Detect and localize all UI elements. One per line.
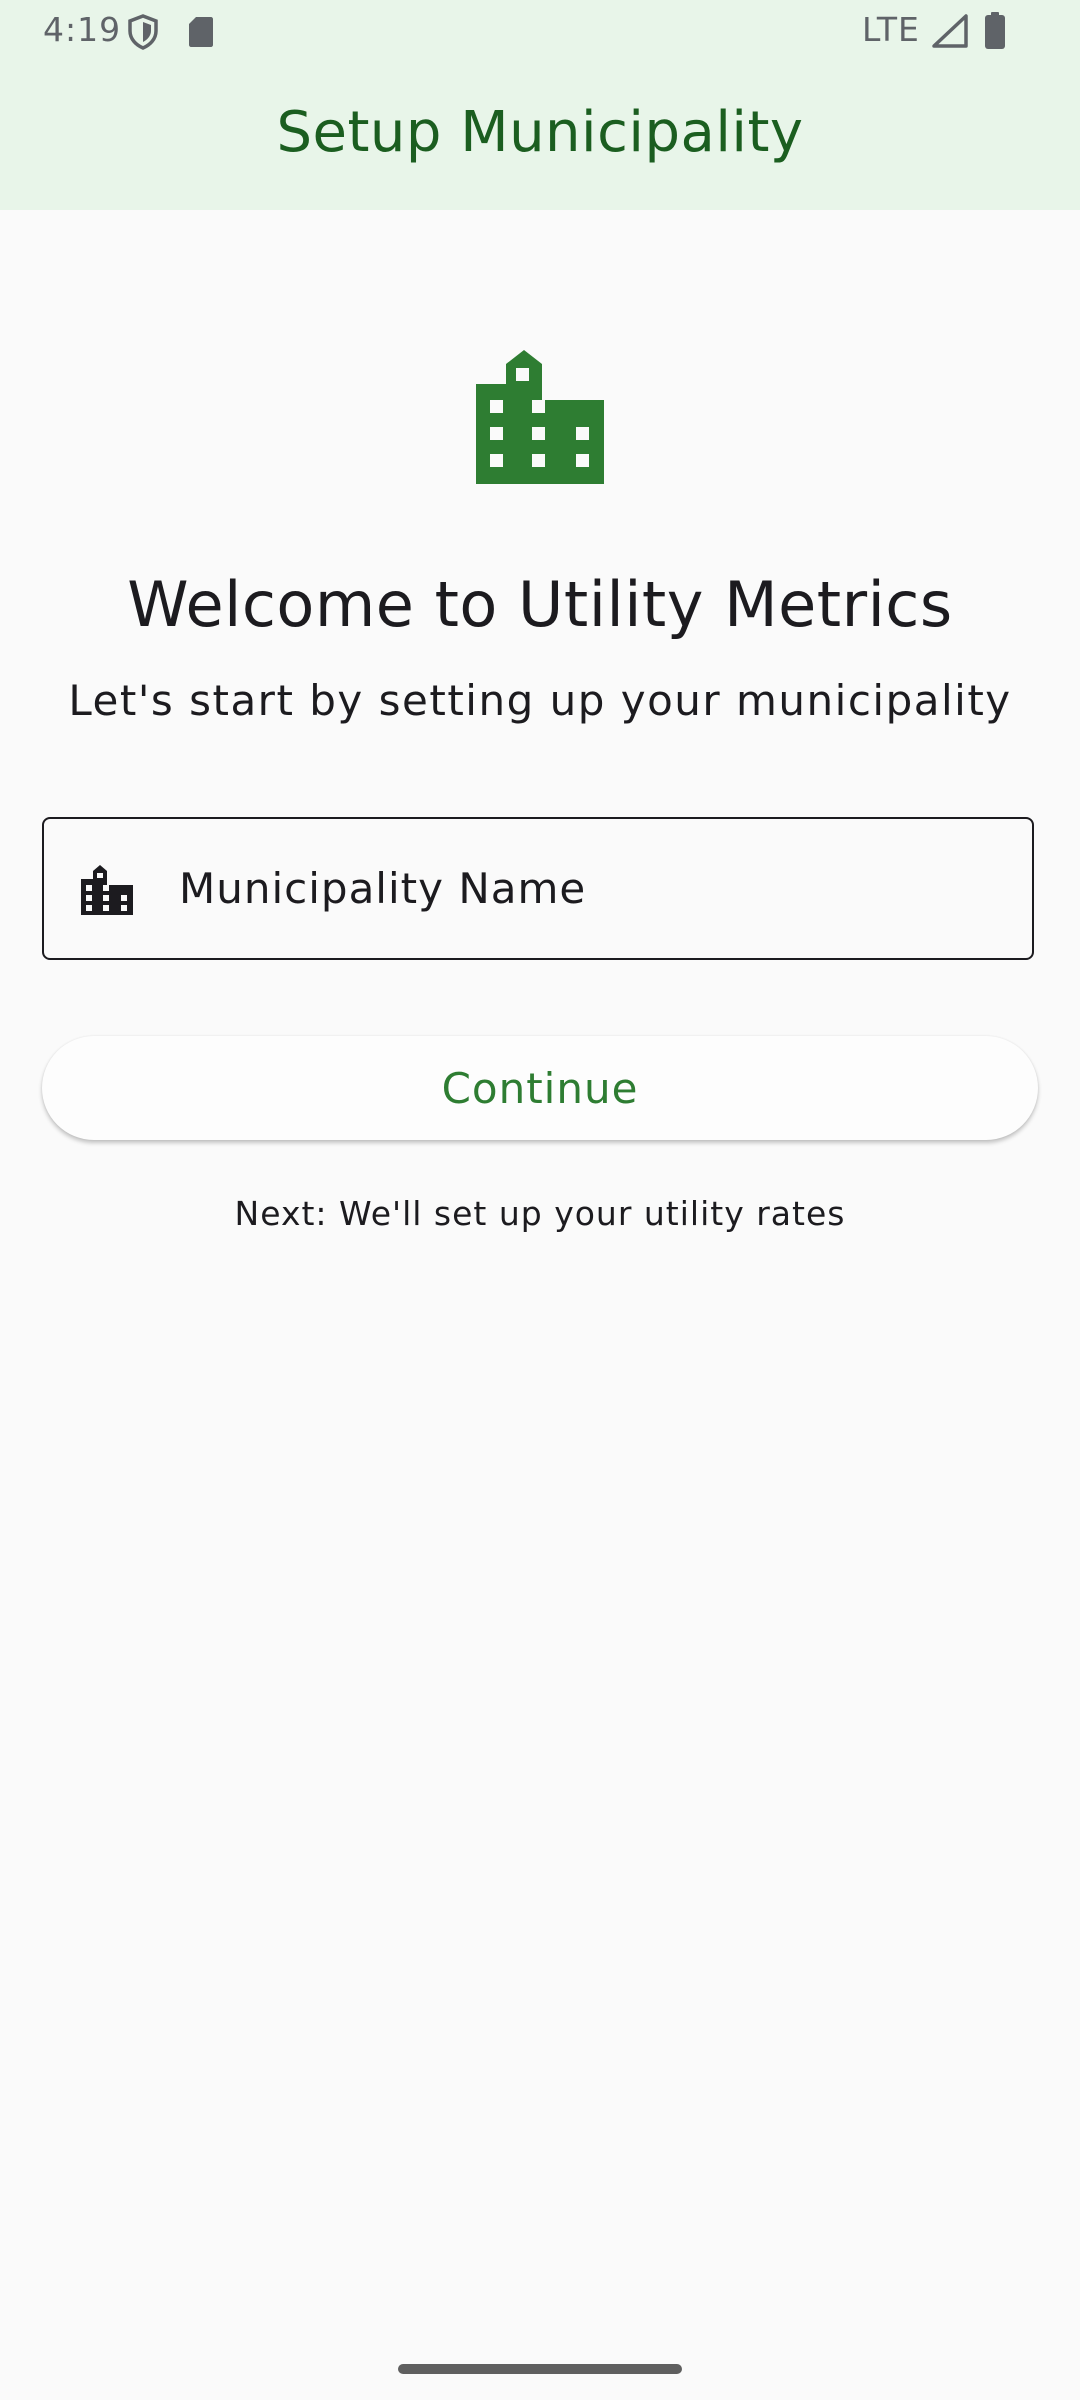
- network-type: LTE: [862, 10, 920, 49]
- welcome-subtitle: Let's start by setting up your municipal…: [68, 676, 1012, 725]
- municipality-name-input[interactable]: [179, 819, 1009, 958]
- continue-button[interactable]: Continue: [42, 1036, 1038, 1140]
- shield-icon: [128, 14, 158, 50]
- page-title: Setup Municipality: [276, 100, 804, 165]
- municipality-name-field[interactable]: [42, 817, 1034, 960]
- status-bar: 4:19 LTE: [0, 0, 1080, 62]
- status-time: 4:19: [43, 10, 122, 49]
- welcome-title: Welcome to Utility Metrics: [127, 568, 953, 641]
- building-icon: [476, 350, 604, 484]
- signal-icon: [932, 14, 968, 48]
- next-step-note: Next: We'll set up your utility rates: [234, 1194, 846, 1233]
- building-icon: [81, 865, 133, 915]
- sd-card-icon: [189, 17, 213, 47]
- setup-municipality-screen: 4:19 LTE Setup Municipality Welcome to U…: [0, 0, 1080, 2400]
- battery-icon: [985, 12, 1005, 49]
- home-indicator[interactable]: [398, 2364, 682, 2374]
- top-app-bar: 4:19 LTE Setup Municipality: [0, 0, 1080, 210]
